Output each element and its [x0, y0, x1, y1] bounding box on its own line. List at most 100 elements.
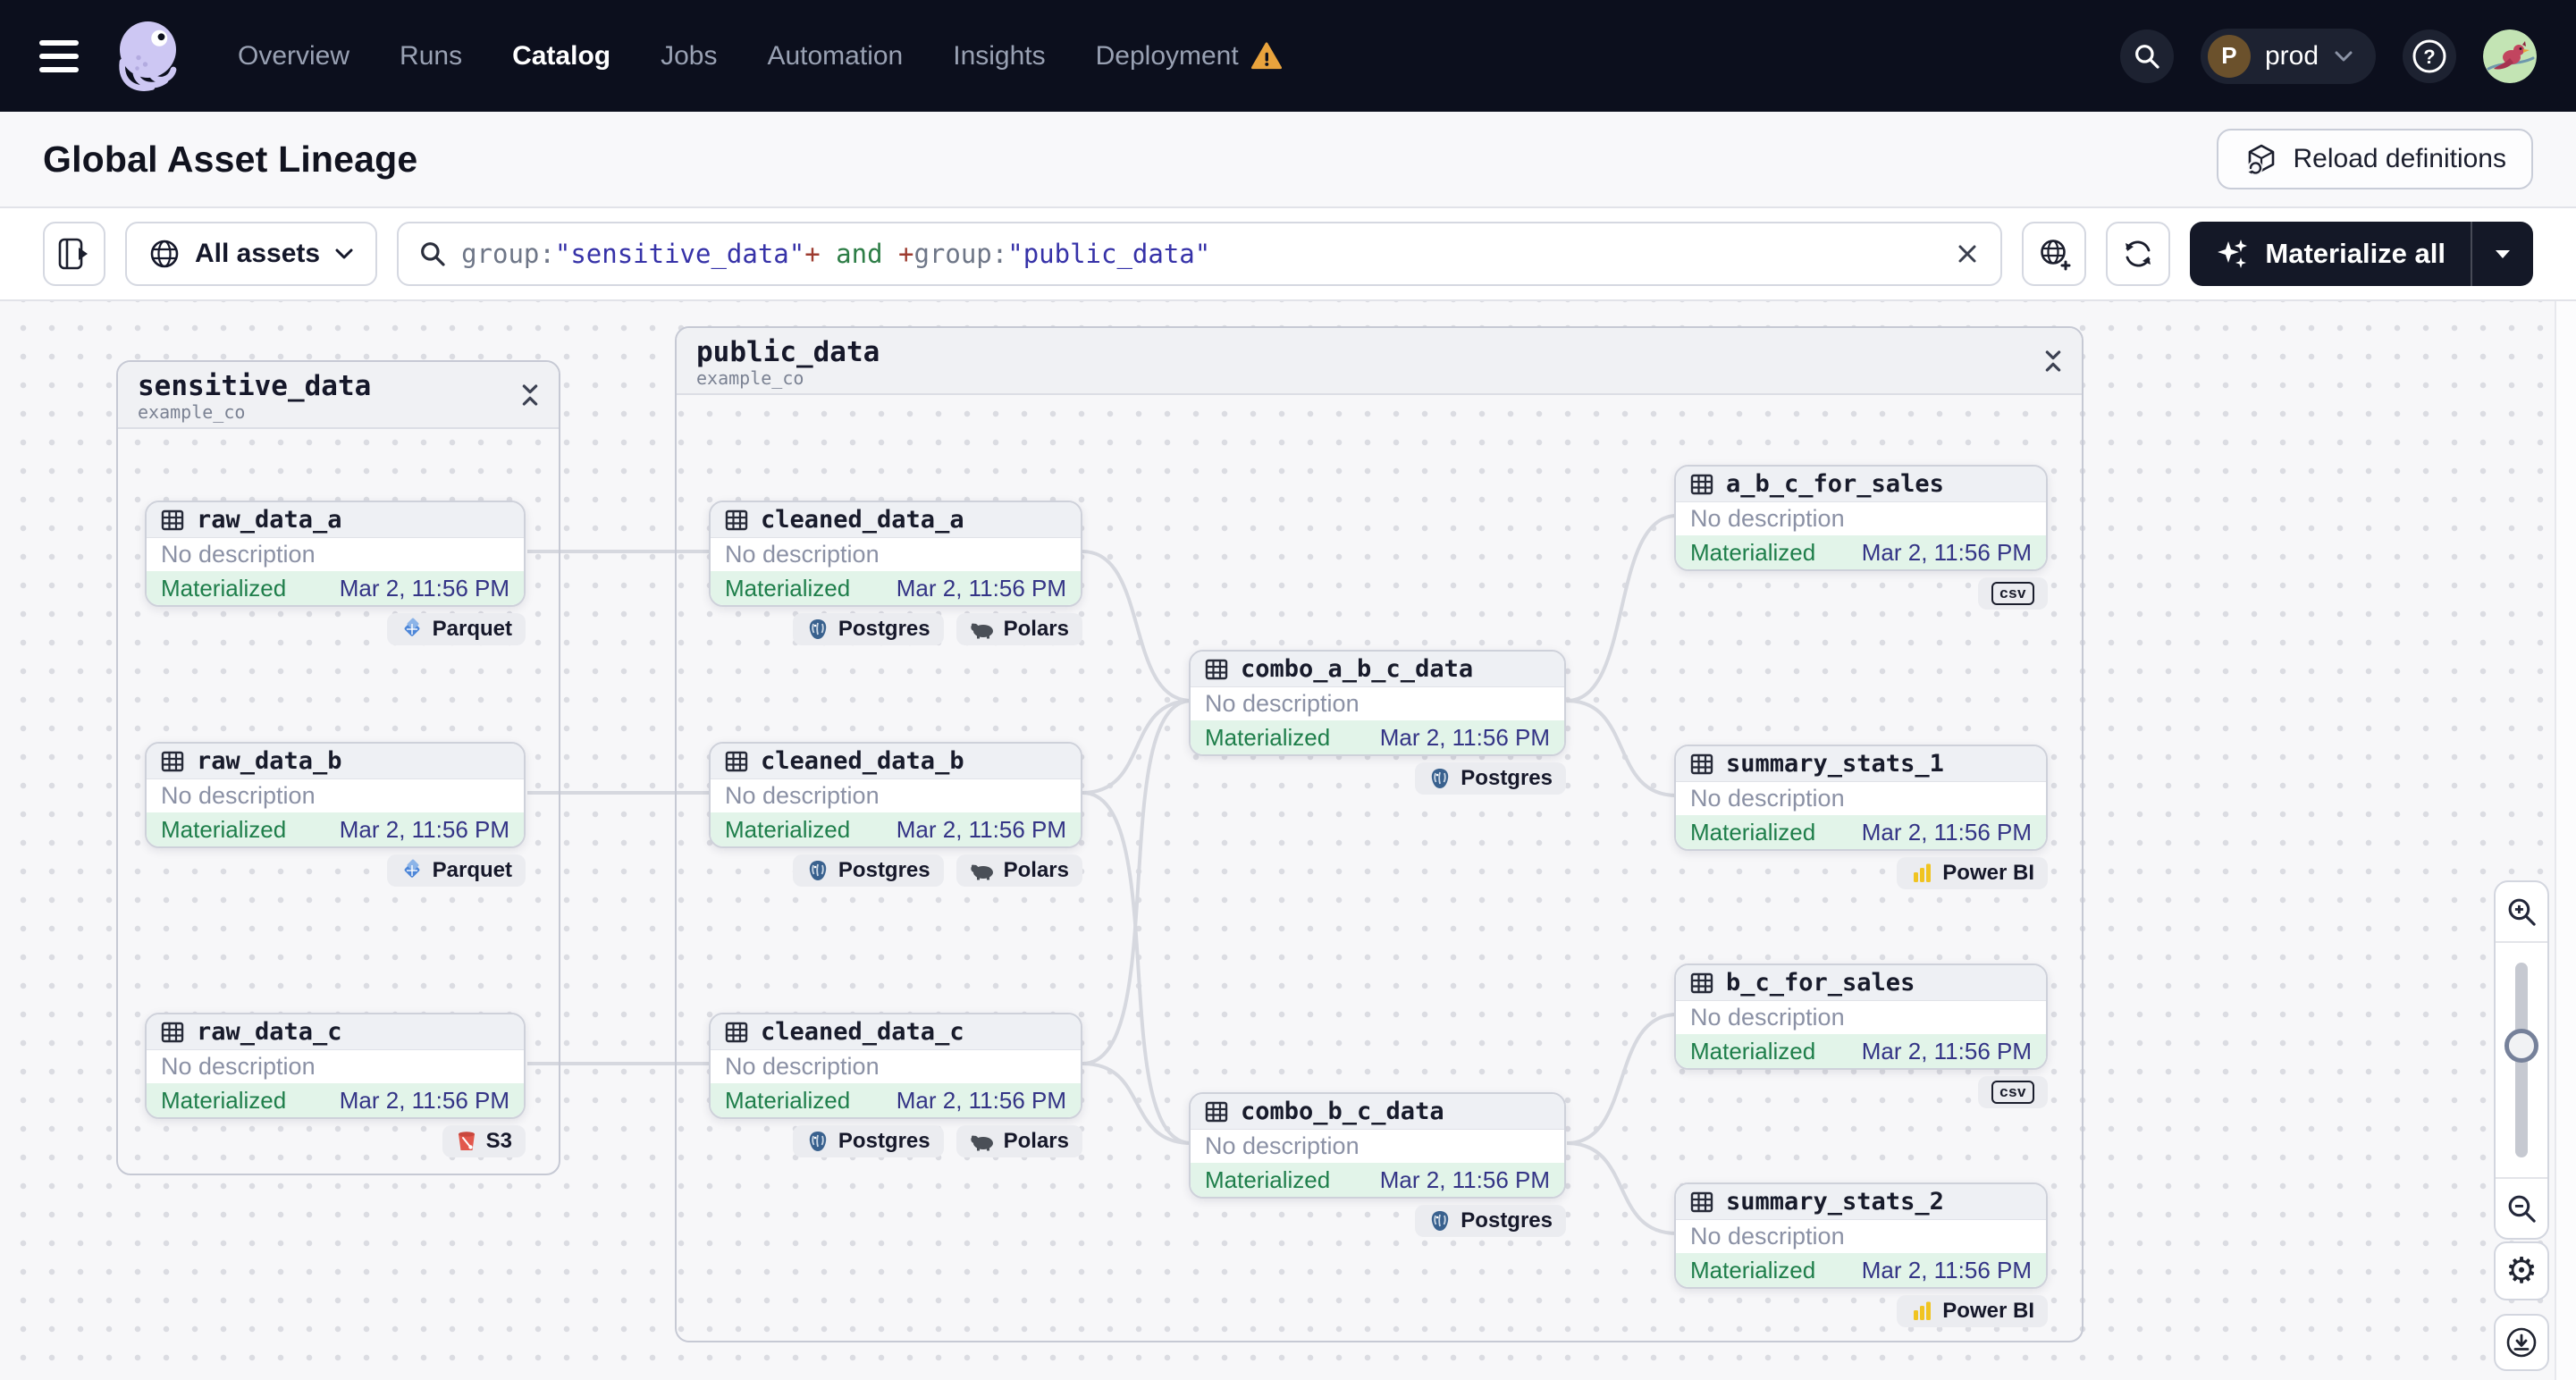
nav-item-insights[interactable]: Insights	[953, 41, 1045, 72]
asset-node-summary-stats-2[interactable]: summary_stats_2 No description Materiali…	[1674, 1182, 2048, 1289]
status-badge: Materialized	[1690, 1256, 1816, 1283]
materialize-options-button[interactable]	[2471, 222, 2533, 286]
dagster-app: Overview Runs Catalog Jobs Automation In…	[0, 0, 2576, 1380]
collapse-group-icon[interactable]	[2042, 349, 2064, 373]
asset-node-cleaned-data-c[interactable]: cleaned_data_c No description Materializ…	[709, 1013, 1082, 1119]
asset-name: cleaned_data_a	[761, 506, 964, 534]
asset-tags: csv	[1674, 577, 2048, 610]
kind-tag-csv: csv	[1978, 1076, 2048, 1108]
kind-tag-polars: Polars	[955, 854, 1082, 887]
zoom-out-button[interactable]	[2496, 1179, 2547, 1238]
tag-label: S3	[485, 1129, 512, 1153]
asset-description: No description	[1690, 785, 1845, 812]
lineage-canvas[interactable]: sensitive_data example_co public_data ex…	[0, 301, 2576, 1380]
user-avatar[interactable]	[2483, 29, 2537, 83]
tag-label: Postgres	[838, 1129, 930, 1153]
asset-node-raw-data-a[interactable]: raw_data_a No description Materialized Ma…	[145, 501, 526, 607]
table-icon	[725, 1022, 748, 1042]
asset-node-summary-stats-1[interactable]: summary_stats_1 No description Materiali…	[1674, 745, 2048, 851]
table-icon	[1205, 1101, 1228, 1122]
asset-name: raw_data_b	[197, 747, 342, 775]
nav-item-automation[interactable]: Automation	[767, 41, 903, 72]
vertical-scrollbar[interactable]	[2555, 301, 2576, 1380]
svg-text:?: ?	[2423, 46, 2435, 68]
view-full-graph-button[interactable]	[2022, 222, 2087, 286]
asset-node-cleaned-data-b[interactable]: cleaned_data_b No description Materializ…	[709, 742, 1082, 848]
asset-node-combo-b-c-data[interactable]: combo_b_c_data No description Materializ…	[1189, 1092, 1566, 1199]
kind-tag-powerbi: Power BI	[1897, 1295, 2048, 1327]
nav-item-runs[interactable]: Runs	[400, 41, 462, 72]
asset-node-a-b-c-for-sales[interactable]: a_b_c_for_sales No description Materiali…	[1674, 465, 2048, 571]
materialization-timestamp: Mar 2, 11:56 PM	[1861, 538, 2032, 566]
refresh-button[interactable]	[2106, 222, 2171, 286]
reload-definitions-label: Reload definitions	[2293, 144, 2507, 173]
kind-tag-csv: csv	[1978, 577, 2048, 610]
asset-tags: csv	[1674, 1076, 2048, 1108]
materialize-all-button[interactable]: Materialize all	[2190, 222, 2533, 286]
materialization-timestamp: Mar 2, 11:56 PM	[1379, 723, 1550, 751]
status-badge: Materialized	[161, 1086, 287, 1114]
asset-node-b-c-for-sales[interactable]: b_c_for_sales No description Materialize…	[1674, 963, 2048, 1070]
asset-node-raw-data-c[interactable]: raw_data_c No description Materialized Ma…	[145, 1013, 526, 1119]
open-left-panel-button[interactable]	[43, 222, 105, 286]
tag-label: Postgres	[1461, 766, 1553, 790]
asset-tags: Postgres	[1189, 762, 1566, 795]
csv-icon: csv	[1991, 582, 2034, 605]
query-text: group:"sensitive_data"+ and +group:"publ…	[461, 239, 1211, 269]
search-button[interactable]	[2119, 29, 2174, 83]
page-title: Global Asset Lineage	[43, 138, 418, 180]
zoom-slider[interactable]	[2496, 941, 2547, 1179]
asset-name: combo_b_c_data	[1241, 1098, 1444, 1125]
kind-tag-postgres: Postgres	[792, 854, 944, 887]
graph-settings-button[interactable]: ⚙	[2494, 1241, 2549, 1300]
collapse-group-icon[interactable]	[519, 383, 541, 407]
nav-item-catalog[interactable]: Catalog	[512, 41, 610, 72]
warning-icon	[1250, 41, 1282, 69]
avatar-bird-image	[2483, 29, 2537, 83]
asset-node-cleaned-data-a[interactable]: cleaned_data_a No description Materializ…	[709, 501, 1082, 607]
postgres-icon	[809, 861, 827, 880]
deployment-switcher[interactable]: P prod	[2200, 28, 2376, 84]
asset-query-input[interactable]: group:"sensitive_data"+ and +group:"publ…	[397, 222, 2003, 286]
asset-tags: Postgres Polars	[709, 613, 1082, 645]
page-header: Global Asset Lineage Reload definitions	[0, 112, 2576, 208]
download-graph-button[interactable]	[2494, 1314, 2549, 1371]
postgres-icon	[809, 619, 827, 639]
postgres-icon	[1432, 769, 1449, 788]
asset-name: combo_a_b_c_data	[1241, 655, 1474, 683]
nav-item-overview[interactable]: Overview	[238, 41, 349, 72]
hamburger-menu-icon[interactable]	[39, 39, 79, 72]
asset-scope-dropdown[interactable]: All assets	[125, 222, 378, 286]
table-icon	[161, 509, 184, 530]
nav-item-deployment[interactable]: Deployment	[1096, 41, 1282, 72]
postgres-icon	[1432, 1211, 1449, 1231]
group-header[interactable]: public_data example_co	[677, 328, 2082, 395]
zoom-slider-handle[interactable]	[2504, 1029, 2538, 1063]
reload-definitions-button[interactable]: Reload definitions	[2216, 129, 2533, 189]
asset-name: cleaned_data_c	[761, 1018, 964, 1046]
gear-icon: ⚙	[2505, 1251, 2538, 1291]
asset-tags: S3	[145, 1125, 526, 1157]
asset-description: No description	[161, 1053, 316, 1080]
materialization-timestamp: Mar 2, 11:56 PM	[339, 574, 509, 602]
zoom-in-button[interactable]	[2496, 882, 2547, 941]
asset-description: No description	[1690, 505, 1845, 532]
kind-tag-postgres: Postgres	[1415, 762, 1566, 795]
clear-query-icon[interactable]	[1954, 240, 1981, 267]
asset-node-raw-data-b[interactable]: raw_data_b No description Materialized Ma…	[145, 742, 526, 848]
sparkles-icon	[2218, 240, 2248, 268]
table-icon	[161, 751, 184, 771]
dagster-logo-icon[interactable]	[109, 13, 195, 99]
status-badge: Materialized	[725, 815, 851, 843]
help-icon: ?	[2412, 39, 2446, 72]
nav-item-jobs[interactable]: Jobs	[661, 41, 717, 72]
parquet-icon	[404, 859, 420, 878]
status-badge: Materialized	[161, 815, 287, 843]
asset-node-combo-a-b-c-data[interactable]: combo_a_b_c_data No description Material…	[1189, 650, 1566, 756]
globe-plus-icon	[2041, 240, 2071, 271]
table-icon	[725, 509, 748, 530]
reload-definitions-icon	[2247, 144, 2274, 176]
materialize-all-main[interactable]: Materialize all	[2190, 222, 2471, 286]
help-button[interactable]: ?	[2403, 29, 2456, 83]
group-header[interactable]: sensitive_data example_co	[118, 362, 559, 429]
